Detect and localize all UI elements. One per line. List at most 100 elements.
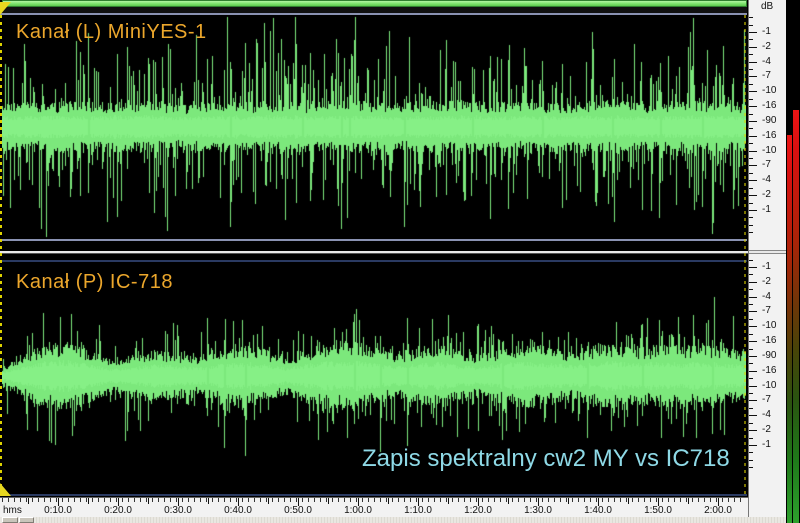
db-tick xyxy=(749,289,753,290)
time-label: 1:40.0 xyxy=(576,505,620,516)
db-label: -2 xyxy=(762,276,786,288)
db-tick xyxy=(749,114,753,115)
db-tick xyxy=(749,326,757,327)
scrollbar-handle[interactable] xyxy=(2,517,18,523)
db-tick xyxy=(749,62,757,63)
db-tick xyxy=(749,297,757,298)
db-label: -10 xyxy=(762,85,786,97)
time-label: 1:30.0 xyxy=(516,505,560,516)
time-tick-medium xyxy=(688,498,689,504)
db-ruler-divider xyxy=(749,250,787,254)
time-label: 1:00.0 xyxy=(336,505,380,516)
db-label: -16 xyxy=(762,335,786,347)
db-label: -1 xyxy=(762,439,786,451)
db-tick xyxy=(749,99,753,100)
db-label: -90 xyxy=(762,115,786,127)
db-label: -16 xyxy=(762,365,786,377)
db-tick xyxy=(749,371,757,372)
db-tick xyxy=(749,415,757,416)
db-label: -10 xyxy=(762,320,786,332)
time-label: 0:10.0 xyxy=(36,505,80,516)
level-meter xyxy=(786,0,800,523)
db-label: -90 xyxy=(762,350,786,362)
channel-left-bottom-border xyxy=(0,239,747,241)
scrollbar-button[interactable] xyxy=(19,517,34,523)
db-label: -4 xyxy=(762,56,786,68)
time-tick-medium xyxy=(388,498,389,504)
db-label: -7 xyxy=(762,305,786,317)
db-tick xyxy=(749,267,757,268)
time-tick-medium xyxy=(628,498,629,504)
time-tick-medium xyxy=(568,498,569,504)
caption-text: Zapis spektralny cw2 MY vs IC718 xyxy=(362,445,730,473)
time-tick-medium xyxy=(268,498,269,504)
db-tick xyxy=(749,210,757,211)
time-tick-medium xyxy=(208,498,209,504)
horizontal-scrollbar[interactable] xyxy=(0,517,786,523)
db-tick xyxy=(749,25,753,26)
time-tick-medium xyxy=(328,498,329,504)
db-tick xyxy=(749,274,753,275)
db-label: -2 xyxy=(762,41,786,53)
scrollbar-track[interactable] xyxy=(36,517,786,523)
db-tick xyxy=(749,121,757,122)
time-label: 0:30.0 xyxy=(156,505,200,516)
db-label: -2 xyxy=(762,424,786,436)
db-unit-label: dB xyxy=(761,1,773,12)
time-ruler-minor-ticks xyxy=(2,498,746,502)
selection-end-marker[interactable] xyxy=(744,15,746,495)
db-tick xyxy=(749,173,753,174)
db-label: -1 xyxy=(762,261,786,273)
channel-right-top-border xyxy=(0,260,747,262)
db-tick xyxy=(749,438,753,439)
selection-start-marker[interactable] xyxy=(0,15,2,495)
time-unit-label: hms xyxy=(3,505,22,516)
db-tick xyxy=(749,445,757,446)
db-label: -1 xyxy=(762,26,786,38)
time-ruler[interactable]: hms 0:10.0 0:20.0 0:30.0 0:40.0 0:50.0 1:00.0… xyxy=(0,497,748,517)
db-tick xyxy=(749,452,753,453)
channel-left-waveform[interactable] xyxy=(2,15,746,239)
db-label: -10 xyxy=(762,145,786,157)
time-label: 0:50.0 xyxy=(276,505,320,516)
db-tick xyxy=(749,143,753,144)
channel-divider[interactable] xyxy=(0,251,786,254)
db-tick xyxy=(749,158,753,159)
db-label: -2 xyxy=(762,189,786,201)
time-tick-medium xyxy=(28,498,29,504)
horizontal-position-bar[interactable] xyxy=(2,0,747,7)
db-label: -7 xyxy=(762,394,786,406)
db-tick xyxy=(749,32,757,33)
time-label: 2:00.0 xyxy=(696,505,740,516)
db-tick xyxy=(749,165,757,166)
time-label: 0:40.0 xyxy=(216,505,260,516)
db-tick xyxy=(749,334,753,335)
db-tick xyxy=(749,69,753,70)
audio-editor-window: Kanał (L) MiniYES-1 Kanał (P) IC-718 Zap… xyxy=(0,0,800,523)
db-tick xyxy=(749,311,757,312)
selection-handle-bottom-icon[interactable] xyxy=(0,483,11,496)
db-tick xyxy=(749,341,757,342)
db-label: -4 xyxy=(762,174,786,186)
db-tick xyxy=(749,76,757,77)
db-tick xyxy=(749,260,753,261)
time-tick-medium xyxy=(88,498,89,504)
db-label: -1 xyxy=(762,204,786,216)
channel-right-title: Kanał (P) IC-718 xyxy=(16,271,173,294)
db-tick xyxy=(749,408,753,409)
db-tick xyxy=(749,423,753,424)
db-ruler[interactable]: dB -1-2-4-7-10-16-90-16-10-7-4-2-1-1-2-4… xyxy=(748,0,786,517)
db-label: -7 xyxy=(762,70,786,82)
db-tick xyxy=(749,91,757,92)
db-tick xyxy=(749,106,757,107)
channel-left-title: Kanał (L) MiniYES-1 xyxy=(16,21,207,44)
selection-handle-top-icon[interactable] xyxy=(0,2,11,15)
db-tick xyxy=(749,84,753,85)
db-tick xyxy=(749,319,753,320)
time-label: 0:20.0 xyxy=(96,505,140,516)
db-label: -10 xyxy=(762,380,786,392)
db-tick xyxy=(749,349,753,350)
db-tick xyxy=(749,180,757,181)
time-tick-medium xyxy=(508,498,509,504)
time-label: 1:10.0 xyxy=(396,505,440,516)
